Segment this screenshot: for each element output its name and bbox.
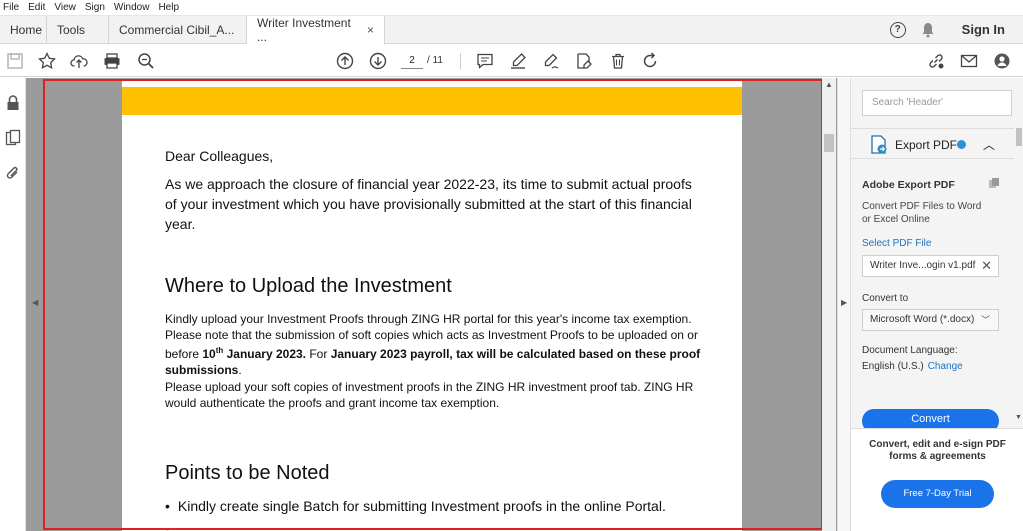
bullet-icon: •	[165, 524, 170, 531]
list-item: • Kindly create single Batch for submitti…	[165, 498, 666, 514]
scroll-thumb[interactable]	[824, 134, 834, 152]
notification-bell-icon[interactable]	[920, 22, 936, 38]
collapse-right-panel-icon[interactable]: ▶	[841, 298, 847, 307]
page-thumbnails-icon[interactable]	[4, 129, 22, 147]
toolbar-divider	[460, 53, 461, 69]
export-pdf-icon	[871, 135, 887, 154]
intro-paragraph: As we approach the closure of financial …	[165, 176, 692, 232]
language: English (U.S.)	[862, 361, 924, 372]
free-trial-button[interactable]: Free 7-Day Trial	[881, 480, 994, 508]
document-language-value: English (U.S.) Change	[862, 361, 963, 372]
heading-where-to-upload: Where to Upload the Investment	[165, 275, 452, 297]
deadline-month: January 2023.	[223, 347, 307, 361]
print-icon[interactable]	[102, 51, 122, 71]
tab-home[interactable]: Home	[0, 16, 47, 43]
attachment-paperclip-icon[interactable]	[4, 164, 22, 182]
select-pdf-file-link[interactable]: Select PDF File	[862, 238, 931, 249]
tab-commercial-cibil[interactable]: Commercial Cibil_A...	[109, 16, 247, 43]
bullet-icon: •	[165, 498, 170, 514]
zinghr-paragraph: Please upload your soft copies of invest…	[165, 380, 694, 410]
adobe-export-title: Adobe Export PDF	[862, 179, 955, 191]
panel-promo: Convert, edit and e-sign PDF forms & agr…	[851, 428, 1023, 531]
sign-pen-icon[interactable]	[541, 51, 561, 71]
menu-file[interactable]: File	[0, 2, 25, 13]
share-link-icon[interactable]	[926, 51, 946, 71]
tab-label: Writer Investment ...	[257, 16, 351, 44]
export-pdf-header[interactable]: Export PDF ︿	[851, 128, 1014, 158]
previous-page-icon[interactable]	[335, 51, 355, 71]
document-language-label: Document Language:	[862, 345, 958, 356]
page-number-input[interactable]: 2	[401, 53, 423, 69]
sign-in-button[interactable]: Sign In	[962, 22, 1005, 37]
cloud-upload-icon[interactable]	[69, 51, 89, 71]
left-rail	[0, 78, 26, 531]
bookmark-star-icon[interactable]	[37, 51, 57, 71]
panel-scroll-thumb[interactable]	[1016, 128, 1022, 146]
highlight-pen-icon[interactable]	[508, 51, 528, 71]
header-actions: ? Sign In	[889, 16, 1023, 43]
zoom-search-icon[interactable]	[136, 51, 156, 71]
document-scrollbar[interactable]: ▲	[822, 78, 836, 531]
tab-tools[interactable]: Tools	[47, 16, 109, 43]
account-add-user-icon[interactable]	[992, 51, 1012, 71]
scroll-up-icon[interactable]: ▲	[825, 80, 833, 89]
info-dot-icon	[957, 140, 966, 149]
chevron-down-icon: ﹀	[980, 315, 990, 325]
bullet-text: Kindly create single Batch for submittin…	[177, 498, 666, 514]
list-item: •	[165, 524, 170, 531]
period: .	[238, 362, 242, 377]
delete-trash-icon[interactable]	[608, 51, 628, 71]
selected-format: Microsoft Word (*.docx)	[870, 314, 975, 325]
menu-sign[interactable]: Sign	[82, 2, 111, 13]
selected-file-field[interactable]: Writer Inve...ogin v1.pdf ✕	[862, 255, 999, 277]
file-name: Writer Inve...ogin v1.pdf	[870, 260, 976, 271]
page-total: / 11	[427, 55, 443, 66]
close-tab-icon[interactable]: ×	[367, 23, 374, 37]
toolbar: 2 / 11	[0, 45, 1023, 77]
convert-format-select[interactable]: Microsoft Word (*.docx) ﹀	[862, 309, 999, 331]
panel-scrollbar[interactable]: ▼	[1014, 128, 1023, 428]
tab-bar: Home Tools Commercial Cibil_A... Writer …	[0, 16, 1023, 45]
deadline-day: 10	[202, 347, 216, 361]
heading-points-to-be-noted: Points to be Noted	[165, 462, 330, 484]
menu-help[interactable]: Help	[155, 2, 185, 13]
next-page-icon[interactable]	[368, 51, 388, 71]
scroll-down-icon[interactable]: ▼	[1015, 414, 1022, 421]
clear-file-icon[interactable]: ✕	[981, 258, 992, 274]
greeting-text: Dear Colleagues,	[165, 148, 274, 164]
export-pdf-title: Export PDF	[895, 138, 958, 152]
upload-paragraph: Kindly upload your Investment Proofs thr…	[165, 312, 705, 378]
change-language-link[interactable]: Change	[928, 361, 963, 372]
collapse-right-panel[interactable]: ▶	[837, 78, 850, 531]
tab-writer-investment[interactable]: Writer Investment ... ×	[247, 16, 385, 45]
edit-pdf-icon[interactable]	[574, 51, 594, 71]
convert-to-label: Convert to	[862, 293, 909, 304]
header-banner	[122, 87, 742, 115]
tab-label: Commercial Cibil_A...	[119, 22, 235, 37]
menu-window[interactable]: Window	[111, 2, 156, 13]
save-icon[interactable]	[5, 51, 25, 71]
comment-icon[interactable]	[475, 51, 495, 71]
collapse-left-panel-icon[interactable]: ◀	[32, 298, 38, 307]
right-tools-panel: Search 'Header' Export PDF ︿ Adobe Expor…	[850, 78, 1023, 531]
promo-text: Convert, edit and e-sign PDF forms & agr…	[869, 439, 1006, 462]
chevron-up-icon[interactable]: ︿	[983, 136, 995, 153]
for-text: For	[306, 347, 331, 361]
export-description: Convert PDF Files to Word or Excel Onlin…	[862, 201, 982, 225]
copy-icon[interactable]	[988, 177, 1000, 189]
email-envelope-icon[interactable]	[959, 51, 979, 71]
menu-edit[interactable]: Edit	[25, 2, 51, 13]
pdf-page: Dear Colleagues, As we approach the clos…	[122, 80, 742, 531]
lock-icon[interactable]	[4, 94, 22, 112]
help-icon[interactable]: ?	[889, 21, 906, 38]
search-input[interactable]: Search 'Header'	[862, 90, 1012, 116]
rotate-icon[interactable]	[640, 51, 660, 71]
menu-view[interactable]: View	[51, 2, 82, 13]
menu-bar: File Edit View Sign Window Help	[0, 0, 1023, 16]
